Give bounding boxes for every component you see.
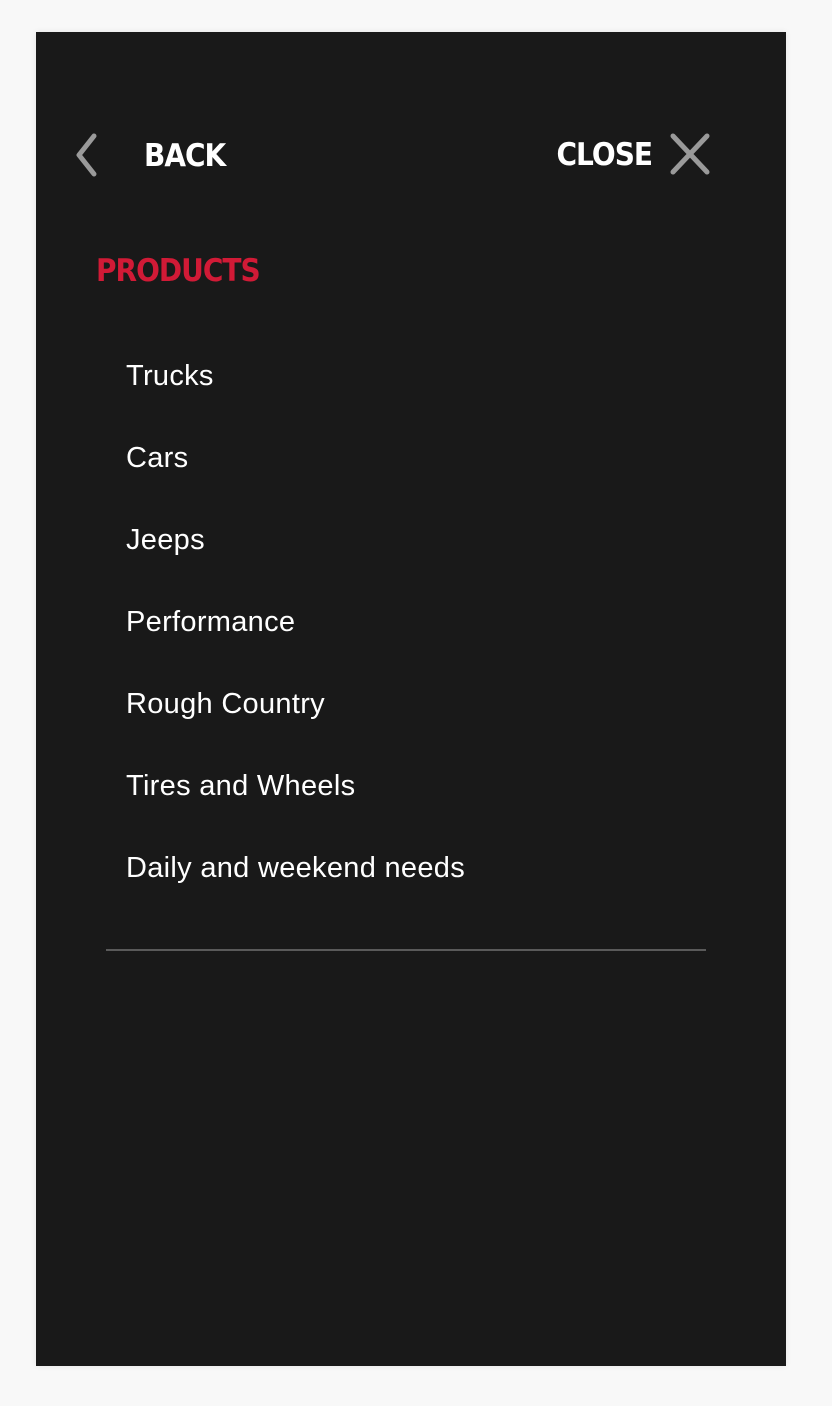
section-title-products: PRODUCTS xyxy=(96,252,261,289)
product-menu: Trucks Cars Jeeps Performance Rough Coun… xyxy=(126,346,465,920)
close-label: CLOSE xyxy=(556,135,653,173)
close-button[interactable]: CLOSE xyxy=(557,130,713,178)
menu-item-performance[interactable]: Performance xyxy=(126,592,465,674)
back-label: BACK xyxy=(144,136,226,174)
mobile-nav-panel: BACK CLOSE PRODUCTS Trucks Cars Jeeps Pe… xyxy=(36,32,786,1366)
chevron-left-icon xyxy=(76,133,97,177)
menu-item-rough-country[interactable]: Rough Country xyxy=(126,674,465,756)
divider xyxy=(106,949,706,951)
menu-item-cars[interactable]: Cars xyxy=(126,428,465,510)
back-button[interactable]: BACK xyxy=(74,132,226,178)
menu-item-jeeps[interactable]: Jeeps xyxy=(126,510,465,592)
menu-item-tires-and-wheels[interactable]: Tires and Wheels xyxy=(126,756,465,838)
menu-item-trucks[interactable]: Trucks xyxy=(126,346,465,428)
menu-item-daily-and-weekend-needs[interactable]: Daily and weekend needs xyxy=(126,838,465,920)
close-icon xyxy=(670,133,710,175)
